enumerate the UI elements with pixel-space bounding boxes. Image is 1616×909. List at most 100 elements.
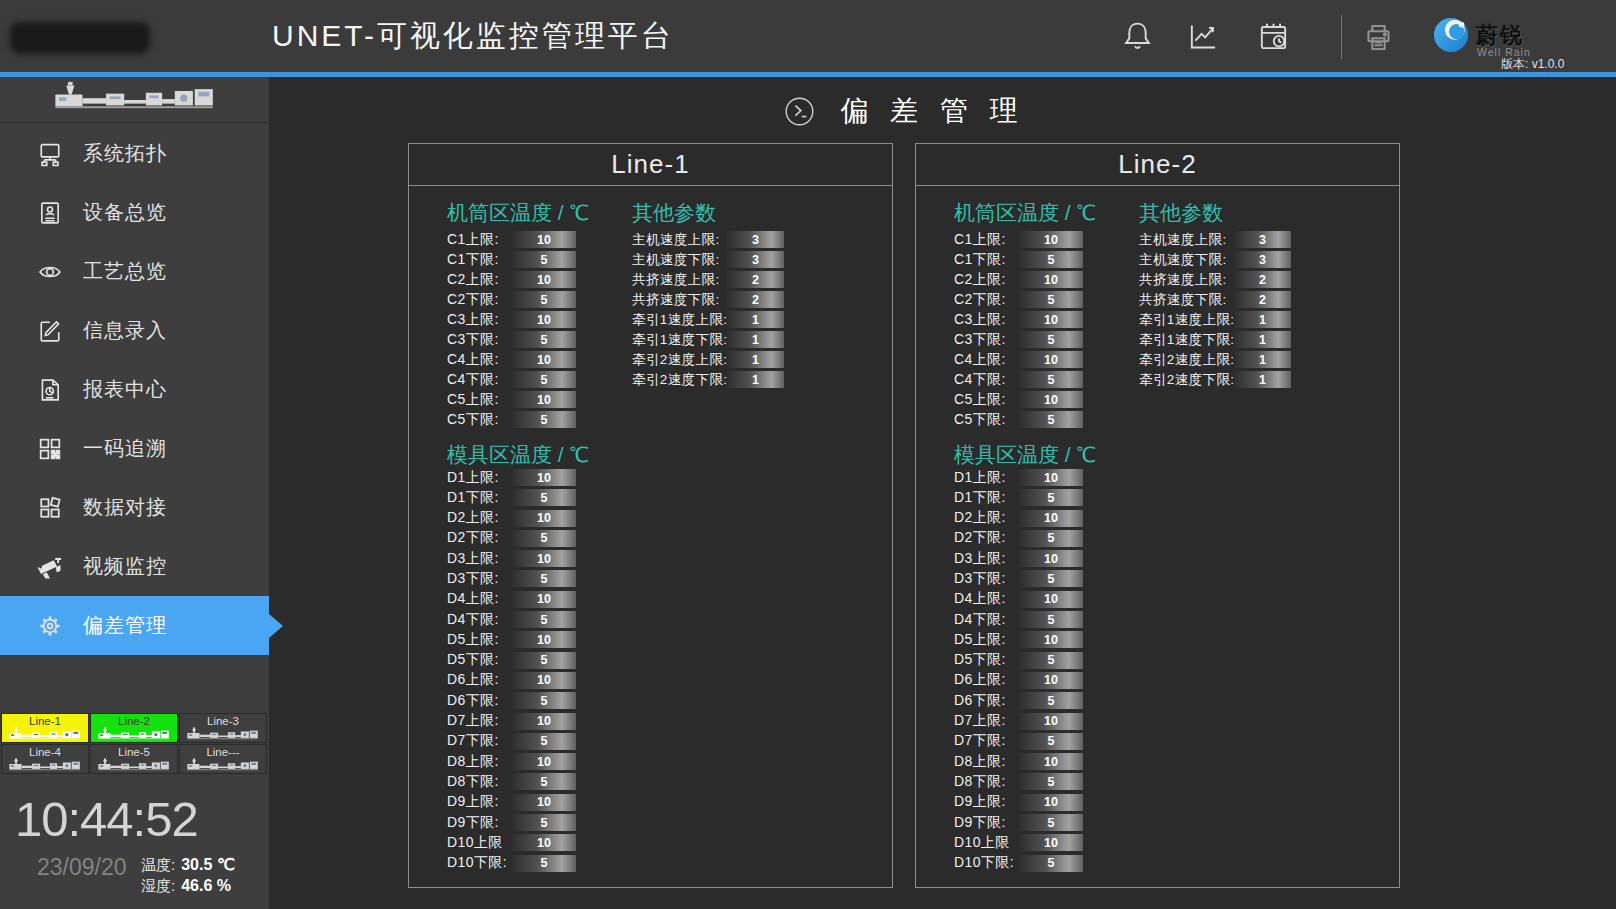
param-value-box[interactable]: 5: [512, 692, 576, 709]
param-label: D9下限:: [447, 814, 512, 832]
sidebar-item-device-overview[interactable]: 设备总览: [0, 183, 269, 242]
param-value-box[interactable]: 10: [1019, 713, 1083, 730]
param-value-box[interactable]: 5: [1019, 331, 1083, 348]
param-value-box[interactable]: 1: [727, 311, 784, 328]
param-value-box[interactable]: 10: [1019, 351, 1083, 368]
param-value-box[interactable]: 10: [512, 469, 576, 486]
param-value-box[interactable]: 3: [1234, 251, 1291, 268]
param-value-box[interactable]: 3: [727, 231, 784, 248]
param-value-box[interactable]: 10: [1019, 591, 1083, 608]
param-value-box[interactable]: 1: [1234, 331, 1291, 348]
line-thumbnail-6[interactable]: Line---: [179, 744, 267, 774]
param-value-box[interactable]: 5: [512, 652, 576, 669]
param-value-box[interactable]: 5: [512, 331, 576, 348]
sidebar-item-qr-trace[interactable]: 一码追溯: [0, 419, 269, 478]
param-label: D3上限:: [447, 550, 512, 568]
param-value-box[interactable]: 1: [1234, 371, 1291, 388]
param-value-box[interactable]: 5: [512, 733, 576, 750]
sidebar-item-topology[interactable]: 系统拓扑: [0, 124, 269, 183]
sidebar-item-video-monitor[interactable]: 视频监控: [0, 537, 269, 596]
line-thumbnail-1[interactable]: Line-1: [1, 713, 89, 743]
sidebar-item-process-overview[interactable]: 工艺总览: [0, 242, 269, 301]
param-value-box[interactable]: 10: [512, 794, 576, 811]
param-value-box[interactable]: 2: [727, 291, 784, 308]
param-value-box[interactable]: 5: [1019, 692, 1083, 709]
param-value-box[interactable]: 3: [727, 251, 784, 268]
line-thumbnail-4[interactable]: Line-4: [1, 744, 89, 774]
param-value-box[interactable]: 10: [512, 311, 576, 328]
param-value-box[interactable]: 10: [1019, 672, 1083, 689]
param-value-box[interactable]: 10: [1019, 510, 1083, 527]
line-thumbnail-5[interactable]: Line-5: [90, 744, 178, 774]
param-value-box[interactable]: 5: [1019, 291, 1083, 308]
line-thumbnail-3[interactable]: Line-3: [179, 713, 267, 743]
param-value-box[interactable]: 10: [512, 834, 576, 851]
param-value-box[interactable]: 5: [512, 855, 576, 872]
param-value-box[interactable]: 10: [1019, 469, 1083, 486]
param-value-box[interactable]: 5: [1019, 733, 1083, 750]
param-value-box[interactable]: 10: [1019, 753, 1083, 770]
param-value-box[interactable]: 10: [512, 713, 576, 730]
notifications-bell-icon[interactable]: [1120, 19, 1155, 54]
param-value-box[interactable]: 10: [512, 351, 576, 368]
sidebar-item-report-center[interactable]: 报表中心: [0, 360, 269, 419]
param-value-box[interactable]: 3: [1234, 231, 1291, 248]
param-value-box[interactable]: 10: [1019, 271, 1083, 288]
param-value-box[interactable]: 5: [512, 251, 576, 268]
param-value-box[interactable]: 5: [1019, 371, 1083, 388]
param-value-box[interactable]: 10: [512, 591, 576, 608]
param-value-box[interactable]: 10: [1019, 794, 1083, 811]
param-value-box[interactable]: 10: [1019, 631, 1083, 648]
param-value-box[interactable]: 10: [512, 231, 576, 248]
param-value-box[interactable]: 5: [1019, 411, 1083, 428]
calendar-schedule-icon[interactable]: [1256, 19, 1291, 54]
param-value-box[interactable]: 5: [1019, 773, 1083, 790]
param-value-box[interactable]: 5: [512, 371, 576, 388]
param-value-box[interactable]: 10: [512, 510, 576, 527]
param-value-box[interactable]: 5: [1019, 530, 1083, 547]
param-value-box[interactable]: 10: [512, 753, 576, 770]
param-value-box[interactable]: 10: [512, 391, 576, 408]
param-label: D8上限:: [954, 753, 1019, 771]
printer-icon[interactable]: [1360, 19, 1397, 56]
param-value-box[interactable]: 2: [1234, 271, 1291, 288]
param-value-box[interactable]: 5: [1019, 814, 1083, 831]
param-value-box[interactable]: 1: [1234, 351, 1291, 368]
param-value-box[interactable]: 1: [727, 371, 784, 388]
param-value-box[interactable]: 5: [1019, 611, 1083, 628]
param-value-box[interactable]: 10: [512, 550, 576, 567]
param-value-box[interactable]: 5: [1019, 570, 1083, 587]
param-value-box[interactable]: 5: [1019, 855, 1083, 872]
param-value-box[interactable]: 2: [1234, 291, 1291, 308]
param-value-box[interactable]: 5: [512, 489, 576, 506]
param-value-box[interactable]: 5: [512, 291, 576, 308]
param-value-box[interactable]: 10: [512, 672, 576, 689]
param-value-box[interactable]: 10: [1019, 391, 1083, 408]
trend-chart-icon[interactable]: [1186, 19, 1221, 54]
param-value-box[interactable]: 10: [512, 631, 576, 648]
sidebar-item-data-entry[interactable]: 信息录入: [0, 301, 269, 360]
param-value-box[interactable]: 10: [1019, 834, 1083, 851]
sidebar-item-data-link[interactable]: 数据对接: [0, 478, 269, 537]
param-value-box[interactable]: 1: [727, 331, 784, 348]
param-value-box[interactable]: 5: [1019, 489, 1083, 506]
sidebar-item-gear[interactable]: 偏差管理: [0, 596, 269, 655]
param-value-box[interactable]: 5: [1019, 652, 1083, 669]
param-value-box[interactable]: 5: [512, 411, 576, 428]
param-value-box[interactable]: 10: [1019, 550, 1083, 567]
param-value-box[interactable]: 5: [512, 773, 576, 790]
param-value-box[interactable]: 10: [512, 271, 576, 288]
param-value-box[interactable]: 5: [512, 530, 576, 547]
param-value-box[interactable]: 1: [1234, 311, 1291, 328]
param-value-box[interactable]: 2: [727, 271, 784, 288]
param-row: D3上限:10: [954, 550, 1096, 567]
param-value-box[interactable]: 5: [512, 814, 576, 831]
param-value-box[interactable]: 1: [727, 351, 784, 368]
param-value-box[interactable]: 5: [512, 611, 576, 628]
line-thumbnail-2[interactable]: Line-2: [90, 713, 178, 743]
param-label: 共挤速度下限:: [1139, 291, 1234, 309]
param-value-box[interactable]: 10: [1019, 311, 1083, 328]
param-value-box[interactable]: 5: [1019, 251, 1083, 268]
param-value-box[interactable]: 5: [512, 570, 576, 587]
param-value-box[interactable]: 10: [1019, 231, 1083, 248]
